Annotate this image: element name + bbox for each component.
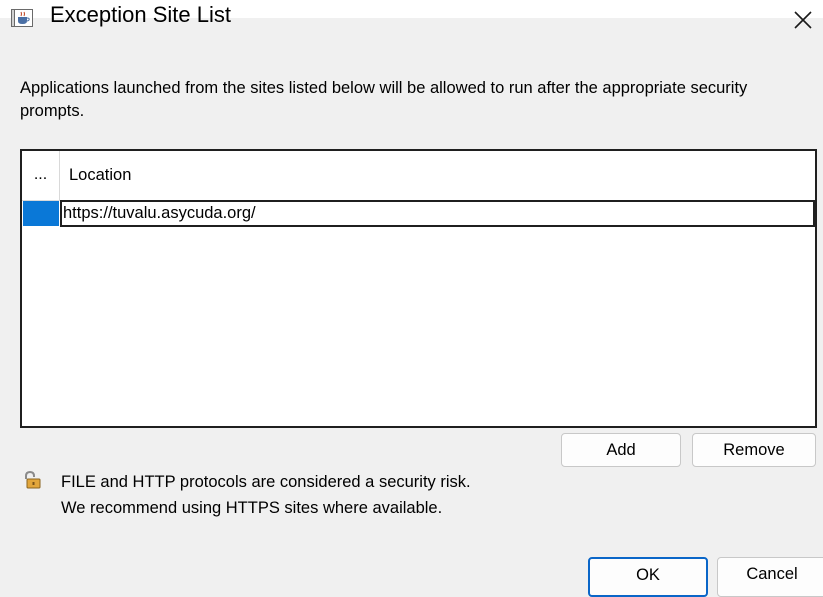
padlock-icon xyxy=(22,470,42,489)
column-header-select[interactable]: ... xyxy=(22,151,60,200)
cancel-button[interactable]: Cancel xyxy=(717,557,823,597)
location-cell-input[interactable]: https://tuvalu.asycuda.org/ xyxy=(60,200,815,227)
warning-line-2: We recommend using HTTPS sites where ava… xyxy=(61,499,443,517)
remove-button[interactable]: Remove xyxy=(692,433,816,467)
java-cup-icon xyxy=(11,9,33,27)
title-bar: Exception Site List xyxy=(0,0,823,30)
column-header-location[interactable]: Location xyxy=(60,151,131,200)
table-header: ... Location xyxy=(22,151,815,201)
add-button[interactable]: Add xyxy=(561,433,681,467)
description-text: Applications launched from the sites lis… xyxy=(20,79,748,120)
close-icon[interactable] xyxy=(788,2,820,30)
row-selector[interactable] xyxy=(23,201,59,226)
window-title: Exception Site List xyxy=(50,2,231,27)
ok-button[interactable]: OK xyxy=(588,557,708,597)
warning-line-1: FILE and HTTP protocols are considered a… xyxy=(61,473,471,491)
site-list-table[interactable]: ... Location https://tuvalu.asycuda.org/ xyxy=(20,149,817,428)
